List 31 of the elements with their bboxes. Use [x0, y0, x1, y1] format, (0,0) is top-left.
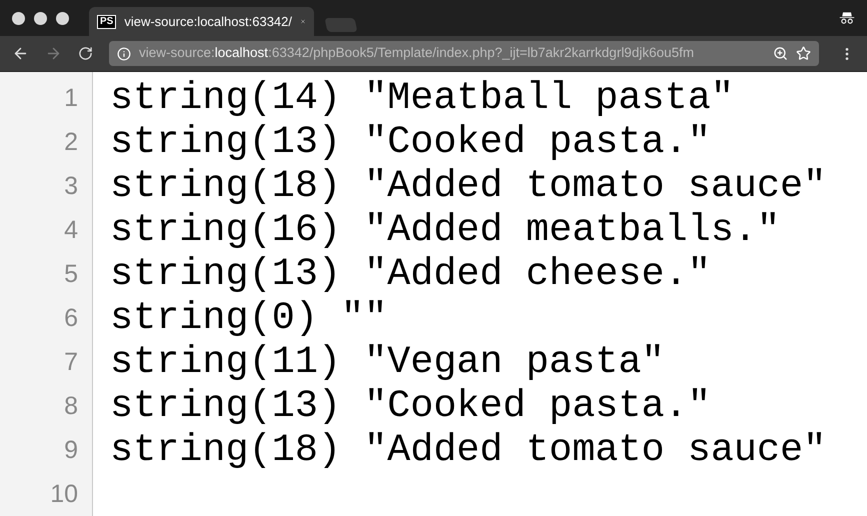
- incognito-icon: [839, 11, 855, 25]
- code-line: string(16) "Added meatballs.": [110, 208, 780, 252]
- tab-favicon: PS: [97, 14, 116, 28]
- back-icon[interactable]: [12, 45, 29, 62]
- info-icon[interactable]: [117, 46, 131, 60]
- code-line: string(11) "Vegan pasta": [110, 340, 664, 384]
- line-number: 3: [64, 171, 78, 202]
- line-number: 8: [64, 391, 78, 422]
- bookmark-star-icon[interactable]: [796, 46, 811, 61]
- code-line: string(14) "Meatball pasta": [110, 76, 734, 120]
- line-number: 6: [64, 303, 78, 334]
- zoom-icon[interactable]: [773, 46, 788, 61]
- reload-icon[interactable]: [78, 46, 93, 61]
- line-number: 10: [50, 479, 78, 510]
- code-line: string(13) "Cooked pasta.": [110, 120, 711, 164]
- line-number: 9: [64, 435, 78, 466]
- tab-title: view-source:localhost:63342/: [124, 12, 292, 31]
- code-line: string(0) "": [110, 296, 388, 340]
- forward-icon[interactable]: [45, 45, 62, 62]
- address-field[interactable]: view-source:localhost:63342/phpBook5/Template/index.php?_ijt=lb7akr2karrkdgrl9djk6ou5fm: [109, 41, 819, 66]
- code-line: string(13) "Cooked pasta.": [110, 384, 711, 428]
- line-number: 4: [64, 215, 78, 246]
- line-number: 2: [64, 127, 78, 158]
- line-number: 7: [64, 347, 78, 378]
- code-line: string(18) "Added tomato sauce": [110, 428, 826, 472]
- line-number: 5: [64, 259, 78, 290]
- code-line: string(18) "Added tomato sauce": [110, 164, 826, 208]
- code-line: string(13) "Added cheese.": [110, 252, 711, 296]
- url-text: view-source:localhost:63342/phpBook5/Template/index.php?_ijt=lb7akr2karrkdgrl9djk6ou5fm: [139, 44, 694, 62]
- browser-tab[interactable]: PS view-source:localhost:63342/: [89, 7, 314, 36]
- line-number: 1: [64, 83, 78, 114]
